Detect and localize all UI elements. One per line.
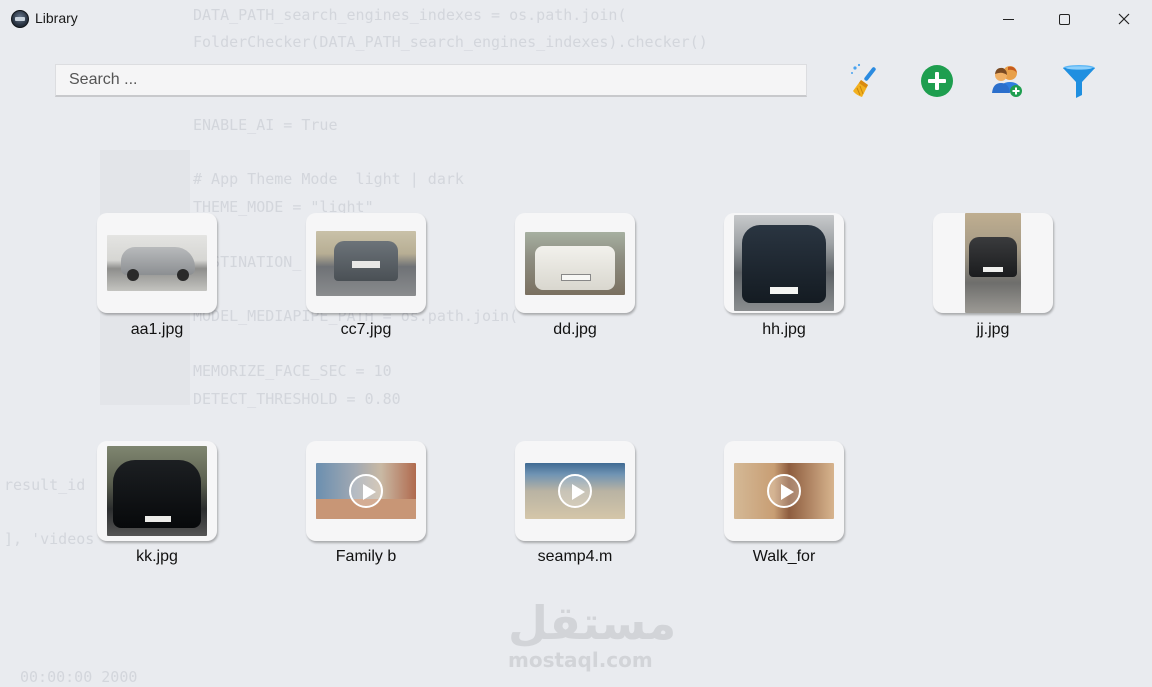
media-tile-seamp4[interactable] <box>515 441 635 541</box>
close-icon <box>1118 13 1130 25</box>
background-code-line: # App Theme Mode light | dark <box>193 170 464 189</box>
media-caption: dd.jpg <box>553 321 597 338</box>
watermark-text: mostaql.com <box>508 648 653 672</box>
window-title: Library <box>35 10 78 26</box>
add-user-icon <box>992 66 1022 97</box>
media-tile-kk[interactable] <box>97 441 217 541</box>
image-thumbnail <box>316 230 416 296</box>
add-user-button[interactable] <box>987 61 1027 101</box>
search-input[interactable] <box>55 64 807 97</box>
media-tile-walk[interactable] <box>724 441 844 541</box>
media-caption: jj.jpg <box>976 321 1010 338</box>
minimize-icon <box>1002 18 1014 20</box>
media-tile-hh[interactable] <box>724 213 844 313</box>
play-icon <box>558 474 592 508</box>
background-code-fragment: ], 'videos <box>4 530 95 548</box>
maximize-icon <box>1058 13 1070 25</box>
image-thumbnail <box>734 215 834 311</box>
clean-button[interactable] <box>847 61 887 101</box>
background-code-line: DETECT_THRESHOLD = 0.80 <box>193 389 401 408</box>
media-tile-aa1[interactable] <box>97 213 217 313</box>
background-code-line: ENABLE_AI = True <box>193 115 338 134</box>
title-bar: Library <box>0 0 1152 38</box>
video-thumbnail <box>316 463 416 519</box>
watermark-logo: مستقل <box>508 596 677 650</box>
filter-icon <box>1063 65 1095 98</box>
background-code-fragment: 00:00:00 2000 <box>20 668 138 686</box>
close-button[interactable] <box>1101 0 1147 38</box>
media-tile-dd[interactable] <box>515 213 635 313</box>
media-tile-family[interactable] <box>306 441 426 541</box>
image-thumbnail <box>107 235 207 291</box>
filter-button[interactable] <box>1059 61 1099 101</box>
media-caption: hh.jpg <box>762 321 806 338</box>
add-circle-icon <box>921 65 953 97</box>
media-tile-jj[interactable] <box>933 213 1053 313</box>
background-code-line <box>193 139 708 166</box>
minimize-button[interactable] <box>985 0 1031 38</box>
add-button[interactable] <box>917 61 957 101</box>
media-caption: cc7.jpg <box>340 321 392 338</box>
maximize-button[interactable] <box>1041 0 1087 38</box>
broom-icon <box>851 63 876 97</box>
image-thumbnail <box>107 446 207 536</box>
media-caption: Family b <box>335 548 397 565</box>
media-caption: seamp4.m <box>537 548 613 565</box>
background-code-line: MEMORIZE_FACE_SEC = 10 <box>193 362 392 381</box>
play-icon <box>349 474 383 508</box>
app-icon <box>11 10 29 28</box>
video-thumbnail <box>525 463 625 519</box>
image-thumbnail <box>525 231 625 295</box>
play-icon <box>767 474 801 508</box>
video-thumbnail <box>734 463 834 519</box>
image-thumbnail <box>965 213 1021 313</box>
media-caption: aa1.jpg <box>130 321 184 338</box>
media-caption: kk.jpg <box>136 548 178 565</box>
background-code-fragment: result_id <box>4 476 86 494</box>
media-tile-cc7[interactable] <box>306 213 426 313</box>
media-caption: Walk_for <box>752 548 816 565</box>
